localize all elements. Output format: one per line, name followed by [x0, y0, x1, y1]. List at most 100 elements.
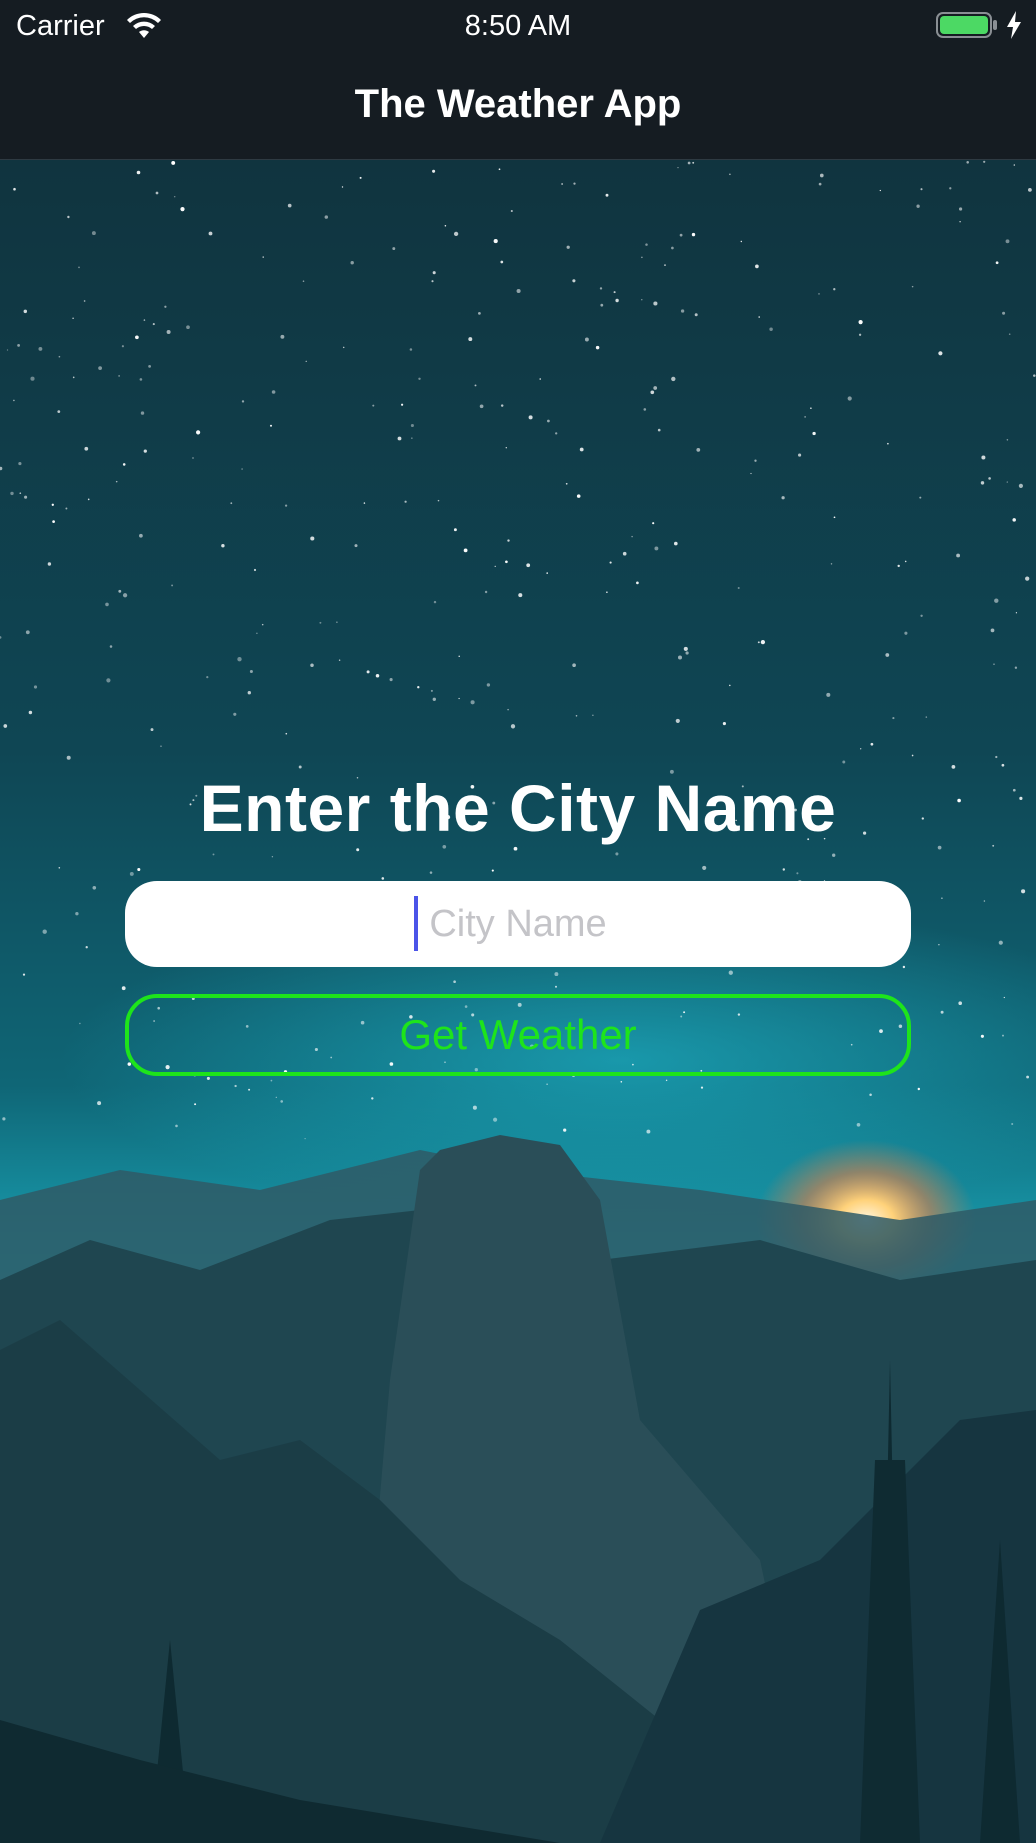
star	[592, 714, 594, 716]
star	[951, 765, 956, 769]
star	[453, 528, 457, 532]
star	[22, 973, 26, 976]
star	[729, 684, 731, 687]
star	[192, 457, 194, 459]
star	[887, 442, 889, 445]
star	[547, 419, 550, 423]
star	[10, 491, 14, 496]
star	[500, 404, 504, 407]
star	[366, 670, 370, 674]
star	[30, 376, 35, 381]
star	[171, 160, 176, 165]
star	[990, 628, 995, 633]
star	[998, 940, 1003, 945]
star	[411, 437, 413, 439]
star	[194, 1103, 197, 1106]
star	[842, 760, 846, 764]
star	[115, 480, 118, 483]
star	[98, 366, 102, 370]
star	[646, 1129, 651, 1134]
star	[341, 186, 344, 188]
star	[920, 614, 923, 617]
star	[287, 203, 292, 208]
star	[493, 239, 498, 244]
star	[692, 161, 695, 164]
star	[57, 410, 61, 413]
star	[995, 261, 999, 265]
star	[641, 299, 643, 301]
enter-city-heading: Enter the City Name	[199, 771, 837, 845]
star	[879, 189, 881, 192]
star	[916, 204, 920, 208]
star	[97, 1101, 102, 1106]
star	[453, 980, 456, 984]
star	[833, 516, 836, 519]
star	[206, 1076, 210, 1080]
star	[135, 335, 139, 340]
star	[507, 708, 509, 711]
star	[350, 261, 354, 265]
star	[3, 724, 8, 728]
star	[166, 330, 171, 334]
star	[389, 678, 393, 682]
star	[310, 536, 315, 541]
star	[186, 325, 190, 330]
star	[336, 621, 338, 623]
star	[819, 173, 824, 178]
star	[33, 685, 38, 689]
star	[595, 345, 600, 350]
star	[959, 221, 961, 223]
star	[1002, 311, 1006, 315]
star	[410, 423, 414, 428]
star	[917, 1087, 921, 1091]
star	[491, 869, 494, 872]
star	[546, 1083, 548, 1085]
star	[458, 697, 460, 700]
star	[67, 215, 70, 219]
star	[484, 590, 488, 594]
star	[1006, 439, 1009, 441]
star	[572, 663, 576, 668]
star	[904, 631, 908, 635]
star	[993, 663, 995, 665]
star	[72, 317, 74, 319]
star	[121, 345, 124, 348]
star	[221, 544, 225, 548]
star	[24, 495, 28, 499]
star	[129, 871, 134, 876]
get-weather-button[interactable]: Get Weather	[125, 994, 911, 1076]
star	[206, 676, 209, 679]
star	[949, 187, 952, 190]
star	[418, 377, 421, 381]
star	[652, 522, 655, 525]
star	[261, 623, 264, 626]
star	[137, 867, 141, 872]
star	[539, 378, 541, 380]
star	[51, 503, 54, 506]
star	[700, 1086, 704, 1089]
star	[18, 462, 22, 466]
star	[518, 593, 523, 598]
star	[994, 598, 999, 603]
star	[356, 848, 360, 852]
star	[248, 1088, 251, 1091]
star	[401, 403, 404, 406]
star	[983, 900, 986, 902]
star	[105, 602, 109, 607]
star	[856, 1122, 861, 1127]
star	[561, 183, 563, 185]
star	[1013, 164, 1016, 166]
star	[397, 436, 402, 441]
star	[430, 689, 433, 692]
star	[2, 1117, 6, 1121]
star	[494, 565, 496, 568]
star	[609, 561, 612, 564]
star	[230, 502, 233, 505]
star	[606, 591, 608, 594]
star	[417, 686, 420, 689]
city-name-input[interactable]	[125, 881, 911, 967]
star	[1033, 374, 1036, 377]
star	[781, 496, 785, 500]
star	[262, 256, 264, 258]
star	[84, 446, 89, 451]
